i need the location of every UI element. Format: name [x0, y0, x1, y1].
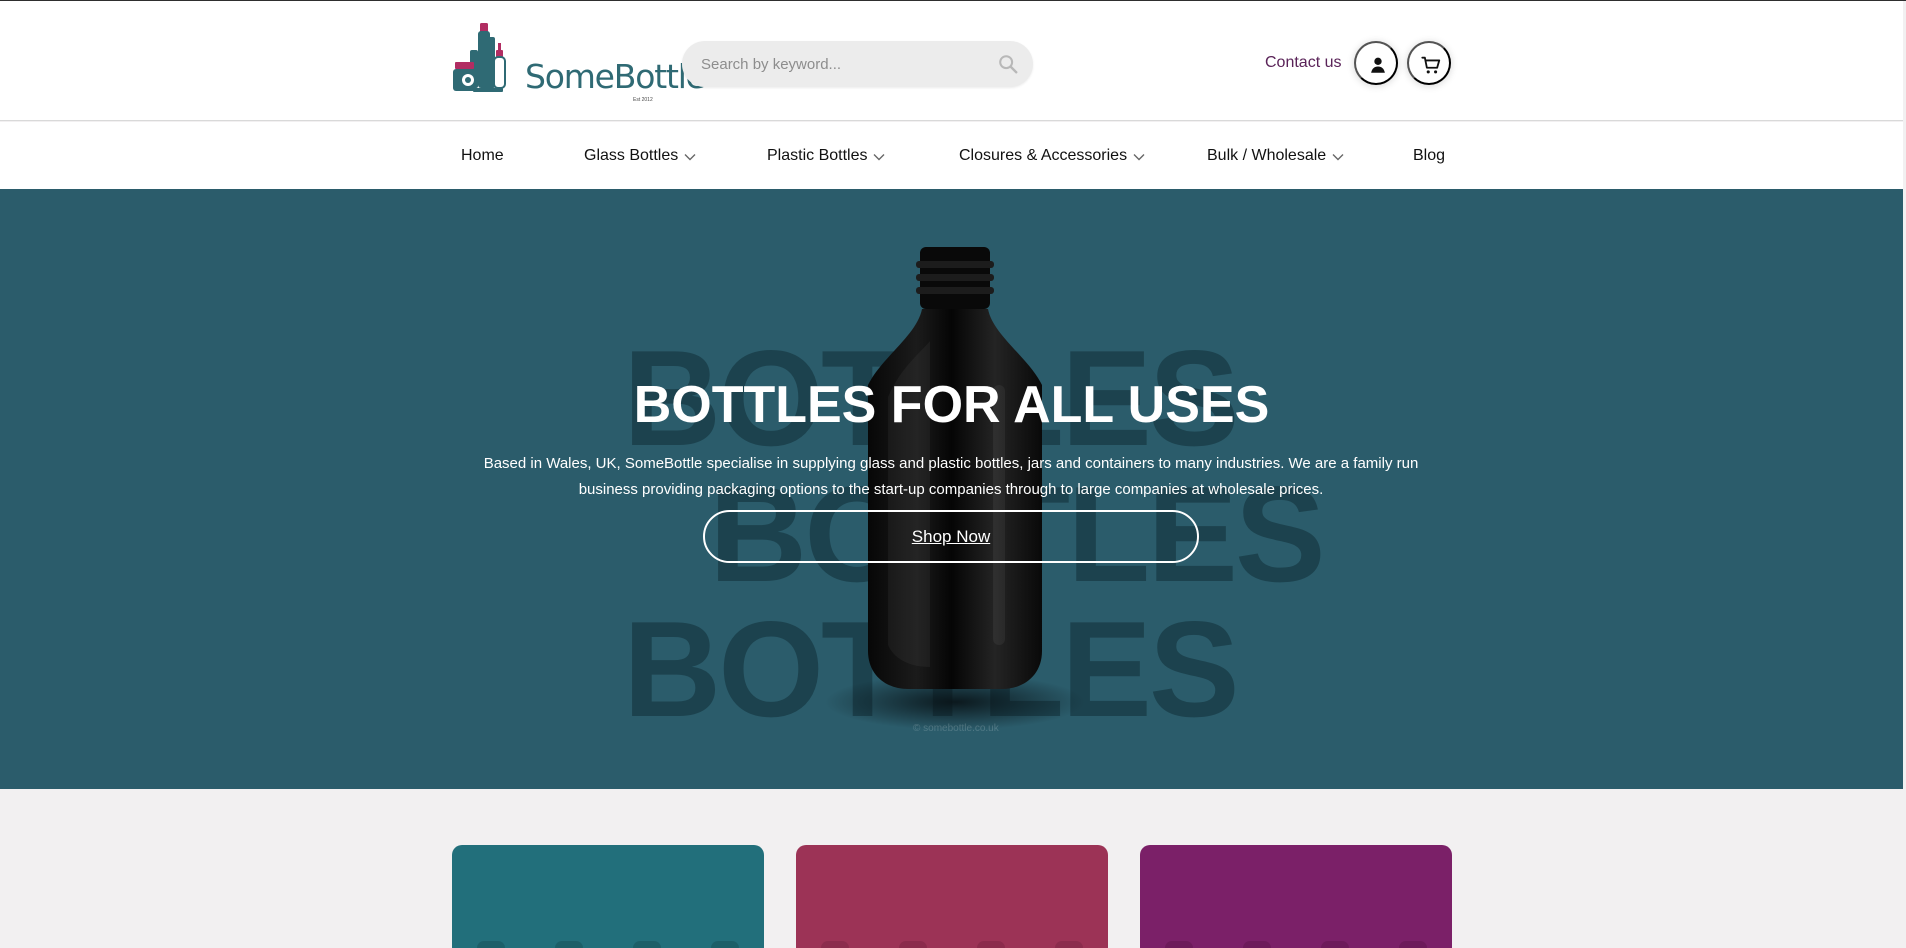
- nav-item-closures-accessories[interactable]: Closures & Accessories: [959, 145, 1145, 167]
- nav-item-plastic-bottles[interactable]: Plastic Bottles: [767, 145, 885, 167]
- hero-title: BOTTLES FOR ALL USES: [633, 376, 1270, 434]
- search-bar[interactable]: [682, 41, 1033, 87]
- nav-item-bulk-wholesale[interactable]: Bulk / Wholesale: [1207, 145, 1344, 167]
- card-decoration: [1140, 941, 1452, 948]
- chevron-down-icon: [1332, 154, 1344, 161]
- category-card-row: [0, 789, 1906, 948]
- nav-item-label: Home: [461, 147, 504, 164]
- nav-item-glass-bottles[interactable]: Glass Bottles: [584, 145, 696, 167]
- chevron-down-icon: [684, 154, 696, 161]
- shop-now-button[interactable]: Shop Now: [703, 510, 1199, 563]
- nav-item-home[interactable]: Home: [461, 145, 504, 167]
- category-card-teal[interactable]: [452, 845, 764, 948]
- browser-window: SomeBottle Est 2012 Contact us: [0, 0, 1906, 948]
- nav-item-label: Bulk / Wholesale: [1207, 147, 1327, 164]
- nav-item-label: Closures & Accessories: [959, 147, 1128, 164]
- nav-item-label: Plastic Bottles: [767, 147, 868, 164]
- card-decoration: [452, 941, 764, 948]
- logo-established: Est 2012: [633, 97, 653, 103]
- nav-item-label: Blog: [1413, 147, 1446, 164]
- card-decoration: [796, 941, 1108, 948]
- cart-icon: [1421, 56, 1441, 74]
- hero-description: Based in Wales, UK, SomeBottle specialis…: [483, 455, 1419, 498]
- logo-brand-name: SomeBottle: [525, 57, 706, 96]
- chevron-down-icon: [1133, 154, 1145, 161]
- nav-item-label: Glass Bottles: [584, 147, 679, 164]
- contact-us-link[interactable]: Contact us: [1265, 54, 1341, 72]
- main-navigation: Home Glass Bottles Plastic Bottles Closu…: [0, 122, 1903, 189]
- search-icon[interactable]: [997, 53, 1019, 75]
- site-header: SomeBottle Est 2012 Contact us: [0, 1, 1903, 121]
- cart-button[interactable]: [1407, 41, 1451, 85]
- nav-item-blog[interactable]: Blog: [1413, 145, 1445, 167]
- site-logo[interactable]: SomeBottle Est 2012: [451, 20, 706, 103]
- person-icon: [1371, 57, 1385, 73]
- category-card-red[interactable]: [796, 845, 1108, 948]
- image-watermark: © somebottle.co.uk: [913, 723, 999, 734]
- hero-banner: BOTTLES BOTTLES BOTTLES: [0, 189, 1903, 789]
- chevron-down-icon: [873, 154, 885, 161]
- category-card-purple[interactable]: [1140, 845, 1452, 948]
- search-input[interactable]: [701, 52, 981, 76]
- account-button[interactable]: [1354, 41, 1398, 85]
- window-border: [0, 0, 1906, 1]
